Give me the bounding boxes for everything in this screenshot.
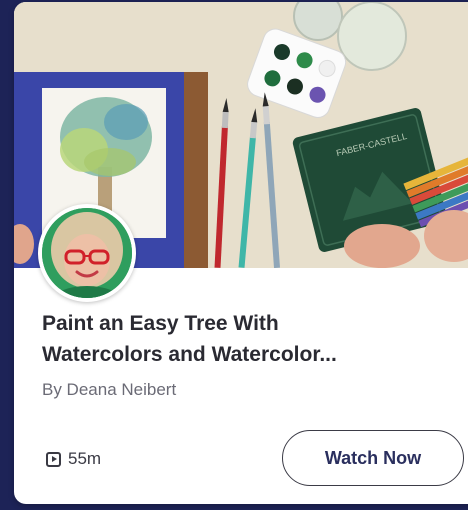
course-duration: 55m [46,449,101,469]
course-title-line-1: Paint an Easy Tree With [42,312,279,335]
instructor-avatar [38,204,136,302]
play-icon [46,451,61,467]
page-background: FABER-CASTELL Paint an Easy Tree With Wa… [0,0,468,510]
duration-label: 55m [68,449,102,468]
course-card[interactable]: FABER-CASTELL Paint an Easy Tree With Wa… [14,2,468,504]
watch-now-button[interactable]: Watch Now [282,430,464,486]
course-title-line-2: Watercolors and Watercolor... [42,343,337,366]
course-title[interactable]: Paint an Easy Tree With Watercolors and … [42,308,442,370]
course-author: By Deana Neibert [42,380,177,399]
